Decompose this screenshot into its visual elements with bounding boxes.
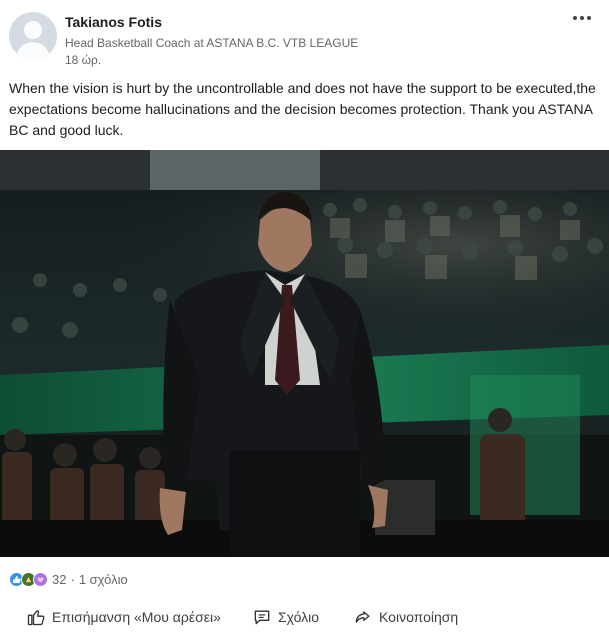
- share-button-label: Κοινοποίηση: [379, 609, 459, 625]
- post-timestamp: 18 ώρ.: [65, 53, 102, 67]
- avatar[interactable]: [9, 12, 57, 60]
- author-name[interactable]: Takianos Fotis: [65, 14, 162, 30]
- support-icon: [33, 571, 48, 587]
- social-counts[interactable]: 32 · 1 σχόλιο: [9, 570, 128, 588]
- more-dot-icon: [587, 16, 591, 20]
- more-dot-icon: [580, 16, 584, 20]
- comments-count[interactable]: 1 σχόλιο: [79, 572, 128, 587]
- action-bar: Επισήμανση «Μου αρέσει» Σχόλιο Κοινοποίη…: [0, 600, 609, 632]
- avatar-placeholder-body: [16, 42, 50, 60]
- post-photo[interactable]: [0, 150, 609, 557]
- author-headline: Head Basketball Coach at ASTANA B.C. VTB…: [65, 36, 359, 50]
- like-button-label: Επισήμανση «Μου αρέσει»: [52, 609, 221, 625]
- comment-button[interactable]: Σχόλιο: [252, 605, 319, 629]
- more-options-button[interactable]: [566, 8, 598, 28]
- avatar-placeholder-head: [24, 21, 42, 39]
- post-text: When the vision is hurt by the uncontrol…: [9, 80, 596, 138]
- comment-button-label: Σχόλιο: [278, 609, 320, 625]
- comment-icon: [254, 610, 270, 625]
- reaction-icons: [9, 571, 48, 587]
- reactions-count[interactable]: 32: [52, 572, 66, 587]
- like-button[interactable]: Επισήμανση «Μου αρέσει»: [26, 605, 221, 629]
- share-button[interactable]: Κοινοποίηση: [353, 605, 458, 629]
- thumbs-up-icon: [27, 610, 45, 626]
- more-dot-icon: [573, 16, 577, 20]
- post-header: Takianos Fotis Head Basketball Coach at …: [0, 0, 609, 72]
- share-arrow-icon: [355, 611, 370, 623]
- post-card: Takianos Fotis Head Basketball Coach at …: [0, 0, 609, 632]
- separator-dot: ·: [70, 571, 75, 587]
